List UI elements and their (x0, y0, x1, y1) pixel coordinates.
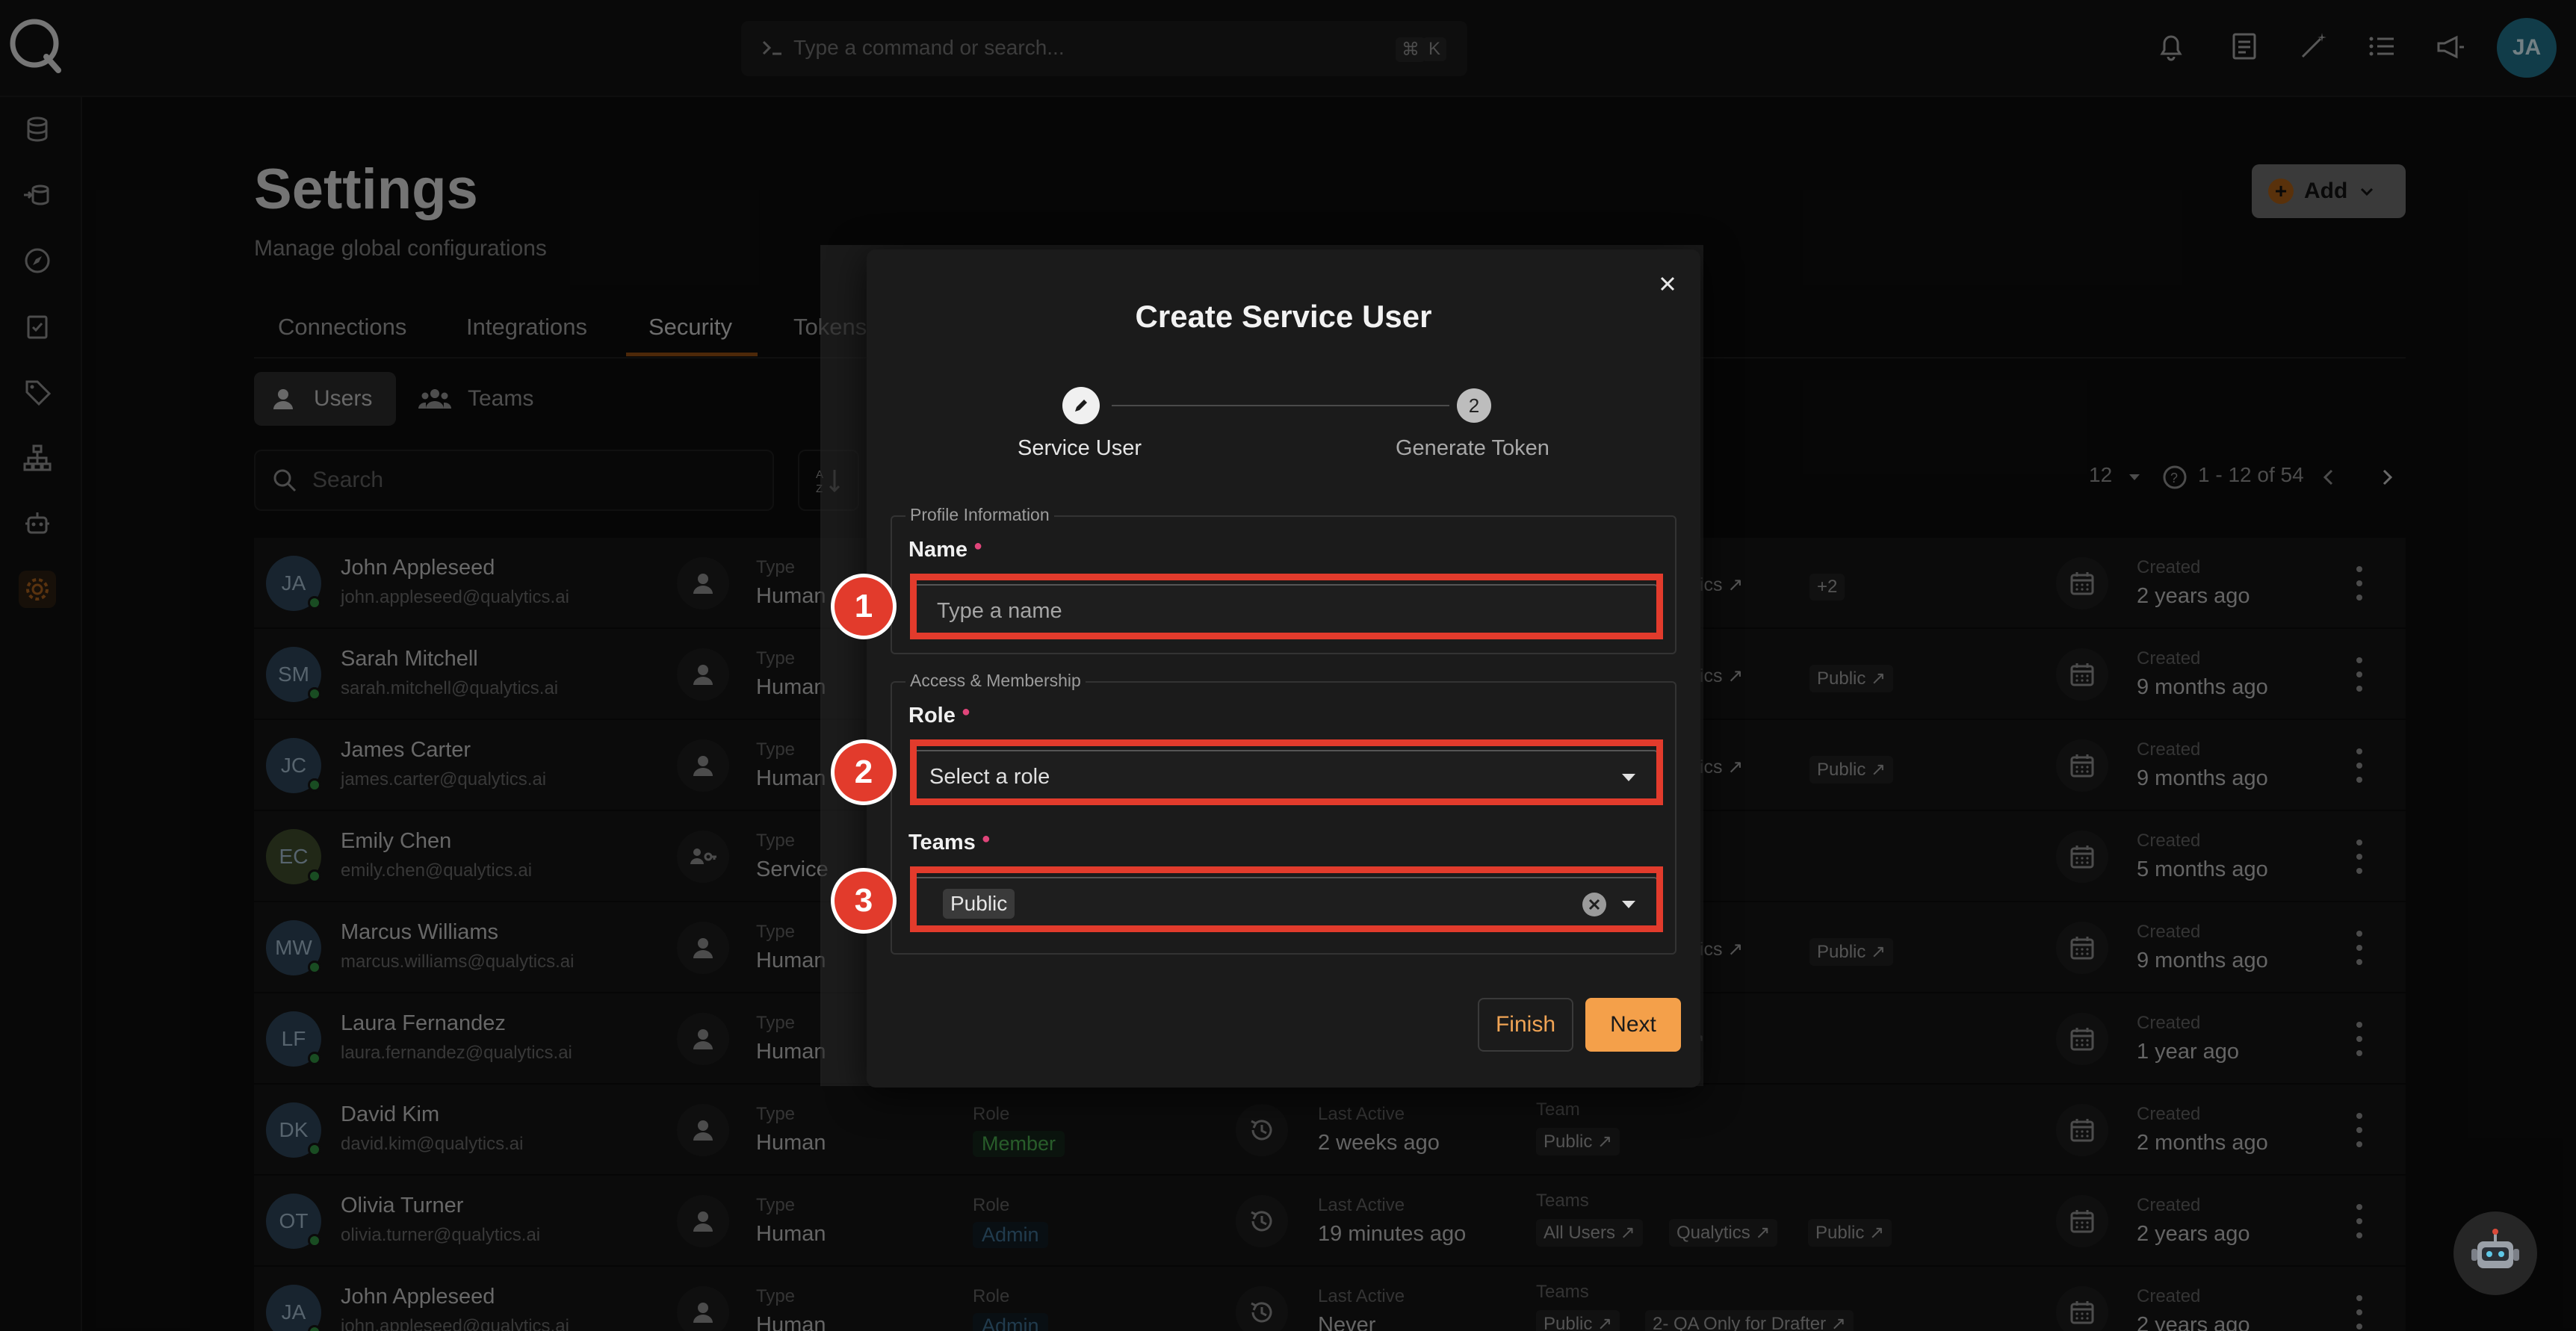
finish-button[interactable]: Finish (1478, 998, 1573, 1052)
teams-label: Teams ● (908, 831, 991, 855)
step-1-indicator (1062, 387, 1100, 424)
profile-legend: Profile Information (905, 505, 1054, 525)
name-label: Name ● (908, 538, 982, 562)
annotation-badge-2: 2 (831, 739, 897, 805)
dialog-title: Create Service User (1135, 299, 1432, 334)
next-button[interactable]: Next (1585, 998, 1681, 1052)
access-legend: Access & Membership (905, 671, 1086, 691)
annotation-badge-3: 3 (831, 868, 897, 934)
annotation-badge-1: 1 (831, 574, 897, 639)
stepper-line (1112, 405, 1449, 406)
required-dot: ● (961, 704, 970, 720)
teams-label-text: Teams (908, 831, 976, 854)
name-label-text: Name (908, 538, 967, 562)
role-label: Role ● (908, 704, 970, 728)
robot-icon (2471, 1229, 2519, 1268)
annotation-box-role (910, 739, 1663, 805)
required-dot: ● (981, 831, 991, 847)
required-dot: ● (973, 538, 983, 554)
role-label-text: Role (908, 704, 956, 727)
step-1-label: Service User (1018, 436, 1142, 460)
close-icon[interactable] (1653, 269, 1682, 299)
create-service-user-dialog: Create Service User 2 Service User Gener… (867, 249, 1700, 1088)
step-2-label: Generate Token (1396, 436, 1549, 460)
pencil-icon (1075, 400, 1087, 412)
assistant-bot-button[interactable] (2453, 1211, 2537, 1295)
annotation-box-name (910, 574, 1663, 639)
step-2-indicator: 2 (1457, 388, 1491, 423)
annotation-box-teams (910, 866, 1663, 932)
